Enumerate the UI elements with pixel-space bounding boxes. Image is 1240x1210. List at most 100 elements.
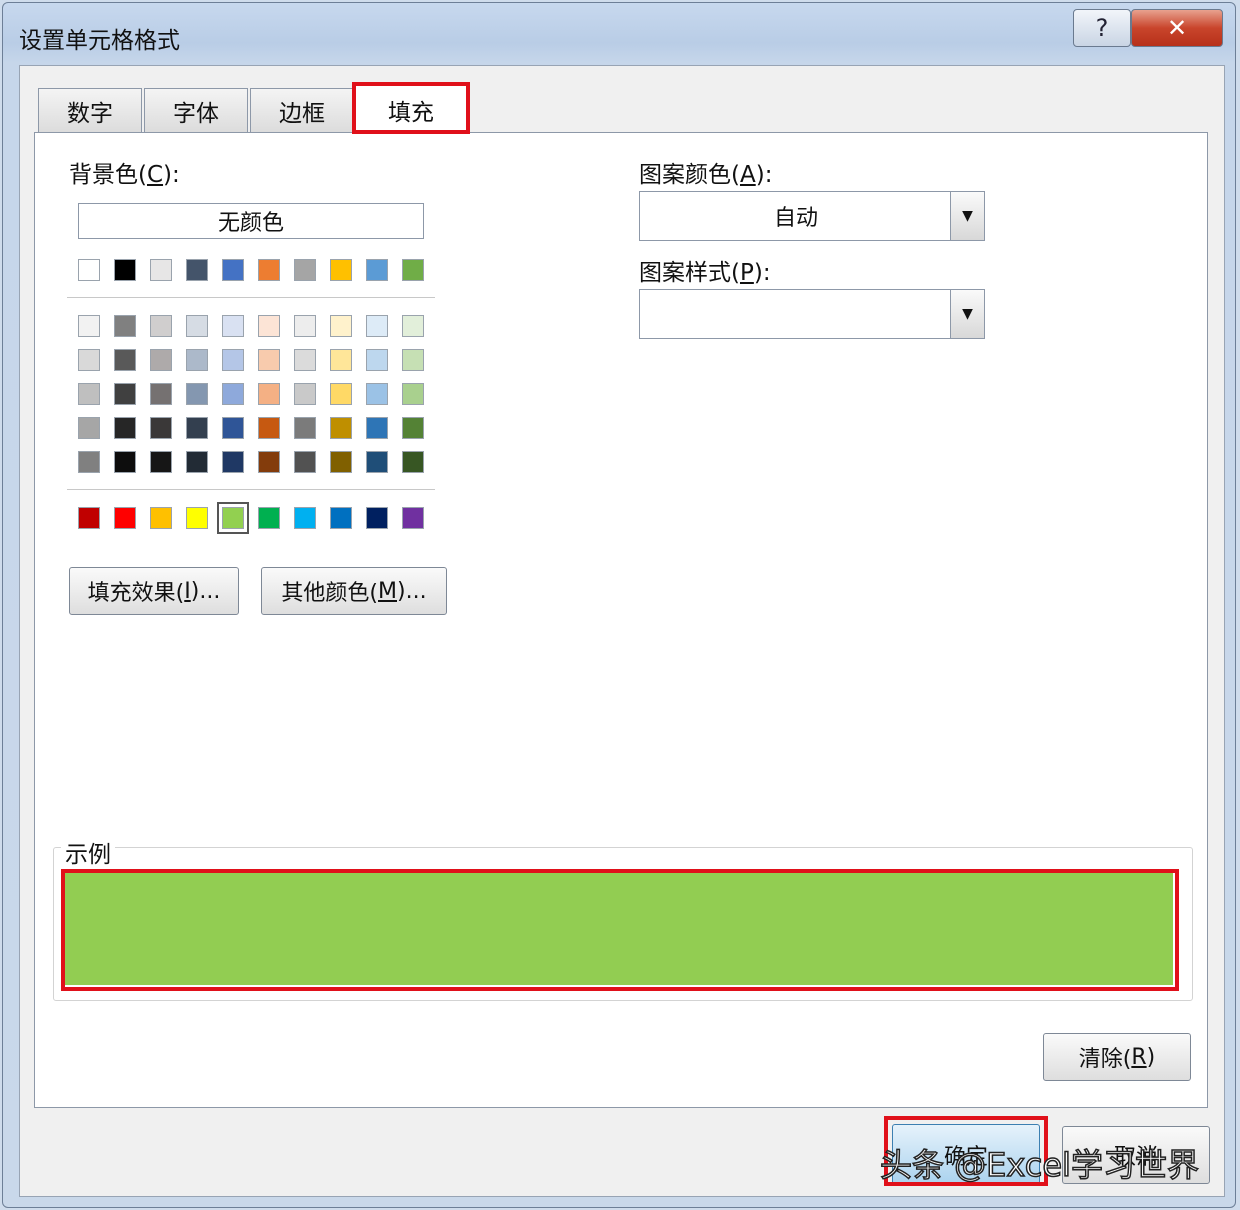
- color-swatch-shade[interactable]: [186, 383, 208, 405]
- color-palette: [35, 133, 424, 534]
- fill-effects-button[interactable]: 填充效果(I)...: [69, 567, 239, 615]
- color-swatch-shade[interactable]: [114, 349, 136, 371]
- color-swatch-shade[interactable]: [330, 349, 352, 371]
- color-swatch-shade[interactable]: [402, 417, 424, 439]
- color-swatch-shade[interactable]: [114, 417, 136, 439]
- color-swatch-shade[interactable]: [294, 383, 316, 405]
- close-icon: ✕: [1166, 14, 1188, 42]
- color-swatch-theme[interactable]: [330, 259, 352, 281]
- color-swatch-shade[interactable]: [78, 349, 100, 371]
- color-swatch-shade[interactable]: [294, 417, 316, 439]
- color-swatch-shade[interactable]: [150, 383, 172, 405]
- color-swatch-standard[interactable]: [330, 507, 352, 529]
- color-swatch-shade[interactable]: [150, 417, 172, 439]
- dialog-body: 数字 字体 边框 填充 背景色(C): 无颜色 填充效果(I)... 其他颜色(…: [19, 65, 1225, 1197]
- color-swatch-shade[interactable]: [222, 315, 244, 337]
- color-swatch-shade[interactable]: [78, 451, 100, 473]
- color-swatch-standard[interactable]: [186, 507, 208, 529]
- color-swatch-shade[interactable]: [402, 383, 424, 405]
- color-swatch-standard[interactable]: [258, 507, 280, 529]
- palette-divider: [67, 489, 435, 490]
- color-swatch-shade[interactable]: [186, 349, 208, 371]
- color-swatch-shade[interactable]: [114, 315, 136, 337]
- no-color-button[interactable]: 无颜色: [78, 203, 424, 239]
- color-swatch-theme[interactable]: [402, 259, 424, 281]
- color-swatch-shade[interactable]: [114, 451, 136, 473]
- color-swatch-shade[interactable]: [402, 349, 424, 371]
- color-swatch-shade[interactable]: [114, 383, 136, 405]
- color-swatch-shade[interactable]: [366, 383, 388, 405]
- color-swatch-theme[interactable]: [222, 259, 244, 281]
- color-swatch-shade[interactable]: [366, 349, 388, 371]
- color-swatch-standard[interactable]: [150, 507, 172, 529]
- color-swatch-shade[interactable]: [78, 315, 100, 337]
- fill-panel: 背景色(C): 无颜色 填充效果(I)... 其他颜色(M)... 图案颜色(A…: [34, 132, 1208, 1108]
- pattern-color-dropdown[interactable]: 自动 ▼: [639, 191, 985, 241]
- color-swatch-shade[interactable]: [366, 315, 388, 337]
- color-swatch-shade[interactable]: [258, 451, 280, 473]
- tab-number[interactable]: 数字: [38, 88, 142, 132]
- format-cells-dialog: 设置单元格格式 ? ✕ 数字 字体 边框 填充 背景色(C): 无颜色 填充效果…: [2, 2, 1236, 1208]
- color-swatch-shade[interactable]: [402, 315, 424, 337]
- color-swatch-standard[interactable]: [78, 507, 100, 529]
- color-swatch-standard[interactable]: [114, 507, 136, 529]
- color-swatch-shade[interactable]: [330, 417, 352, 439]
- color-swatch-standard[interactable]: [402, 507, 424, 529]
- color-swatch-theme[interactable]: [114, 259, 136, 281]
- tab-label: 数字: [67, 100, 113, 127]
- color-swatch-shade[interactable]: [330, 315, 352, 337]
- tab-font[interactable]: 字体: [144, 88, 248, 132]
- help-button[interactable]: ?: [1073, 9, 1131, 47]
- color-swatch-theme[interactable]: [294, 259, 316, 281]
- dropdown-arrow-button[interactable]: ▼: [950, 290, 984, 338]
- color-swatch-theme[interactable]: [186, 259, 208, 281]
- chevron-down-icon: ▼: [962, 306, 973, 322]
- color-swatch-shade[interactable]: [222, 383, 244, 405]
- close-button[interactable]: ✕: [1131, 9, 1223, 47]
- color-swatch-standard[interactable]: [294, 507, 316, 529]
- color-swatch-shade[interactable]: [222, 451, 244, 473]
- color-swatch-shade[interactable]: [222, 417, 244, 439]
- color-swatch-shade[interactable]: [186, 451, 208, 473]
- tab-label: 边框: [279, 100, 325, 127]
- color-swatch-shade[interactable]: [186, 417, 208, 439]
- color-swatch-shade[interactable]: [150, 315, 172, 337]
- clear-button[interactable]: 清除(R): [1043, 1033, 1191, 1081]
- color-swatch-shade[interactable]: [294, 349, 316, 371]
- color-swatch-theme[interactable]: [258, 259, 280, 281]
- color-swatch-shade[interactable]: [150, 349, 172, 371]
- title-bar[interactable]: 设置单元格格式 ? ✕: [3, 3, 1235, 61]
- sample-highlight: [61, 869, 1179, 991]
- color-swatch-shade[interactable]: [258, 315, 280, 337]
- color-swatch-shade[interactable]: [258, 383, 280, 405]
- sample-label: 示例: [61, 835, 115, 869]
- color-swatch-shade[interactable]: [258, 349, 280, 371]
- color-swatch-shade[interactable]: [78, 417, 100, 439]
- color-swatch-shade[interactable]: [78, 383, 100, 405]
- color-swatch-standard[interactable]: [366, 507, 388, 529]
- color-swatch-shade[interactable]: [186, 315, 208, 337]
- pattern-color-value: 自动: [773, 206, 818, 231]
- color-swatch-shade[interactable]: [330, 451, 352, 473]
- color-swatch-shade[interactable]: [222, 349, 244, 371]
- tab-border[interactable]: 边框: [250, 88, 354, 132]
- color-swatch-theme[interactable]: [78, 259, 100, 281]
- pattern-color-label: 图案颜色(A):: [639, 162, 773, 188]
- dialog-title: 设置单元格格式: [19, 28, 180, 54]
- more-colors-button[interactable]: 其他颜色(M)...: [261, 567, 447, 615]
- pattern-style-value: [640, 290, 952, 338]
- pattern-style-dropdown[interactable]: ▼: [639, 289, 985, 339]
- color-swatch-shade[interactable]: [402, 451, 424, 473]
- color-swatch-theme[interactable]: [150, 259, 172, 281]
- color-swatch-shade[interactable]: [366, 417, 388, 439]
- color-swatch-shade[interactable]: [258, 417, 280, 439]
- background-color-label: 背景色(C):: [69, 162, 180, 188]
- color-swatch-theme[interactable]: [366, 259, 388, 281]
- color-swatch-shade[interactable]: [150, 451, 172, 473]
- color-swatch-shade[interactable]: [330, 383, 352, 405]
- color-swatch-shade[interactable]: [294, 315, 316, 337]
- color-swatch-standard[interactable]: [217, 502, 249, 534]
- dropdown-arrow-button[interactable]: ▼: [950, 192, 984, 240]
- color-swatch-shade[interactable]: [366, 451, 388, 473]
- color-swatch-shade[interactable]: [294, 451, 316, 473]
